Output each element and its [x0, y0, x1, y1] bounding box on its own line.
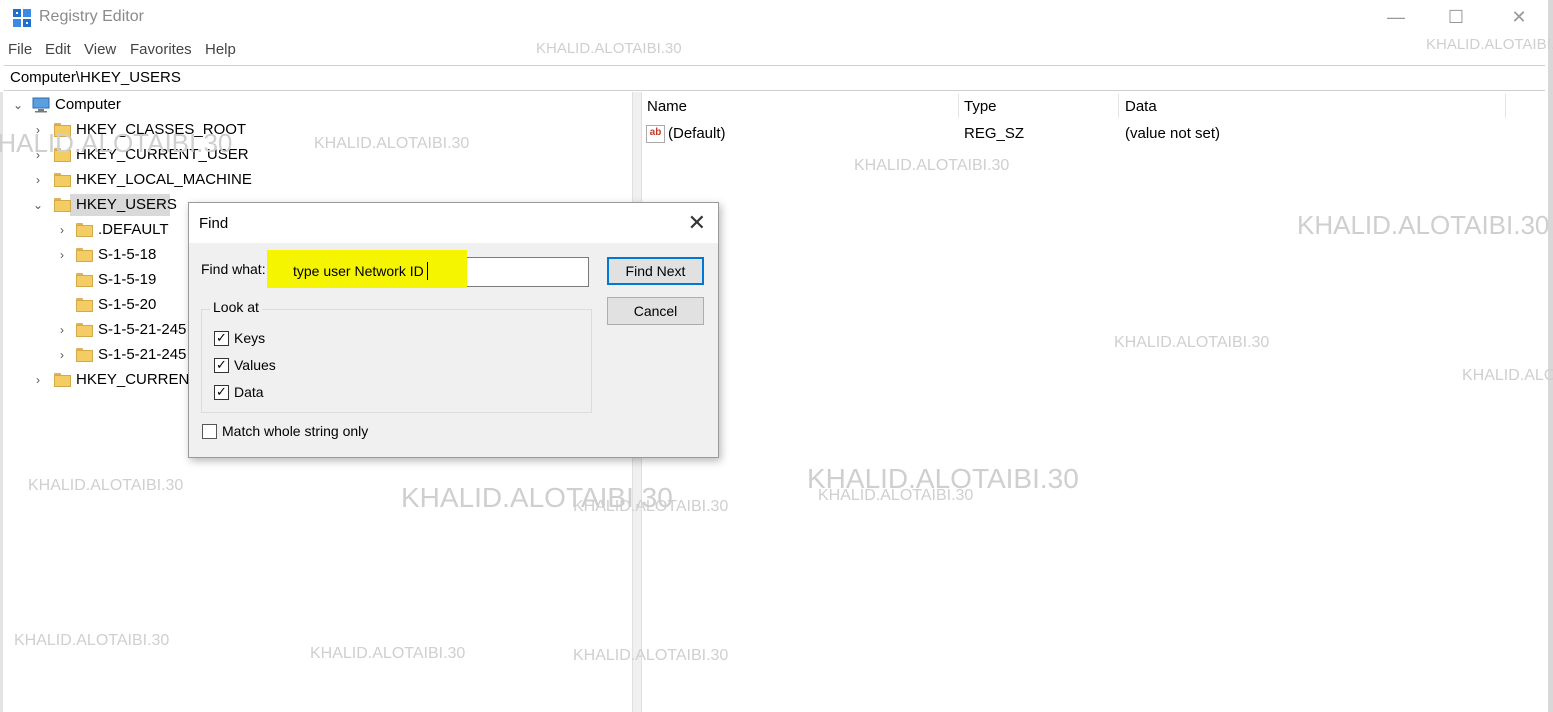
keys-label: Keys: [234, 330, 266, 346]
values-checkbox[interactable]: ✓: [214, 358, 229, 373]
chevron-right-icon[interactable]: ›: [56, 249, 68, 261]
tree-label: HKEY_CURRENT_USER: [76, 146, 249, 163]
computer-icon: [32, 97, 50, 113]
find-dialog: Find ✕ Find what: type user Network ID F…: [188, 202, 719, 458]
look-at-label: Look at: [210, 299, 262, 315]
find-next-button[interactable]: Find Next: [607, 257, 704, 285]
cancel-button[interactable]: Cancel: [607, 297, 704, 325]
window-title: Registry Editor: [39, 8, 144, 25]
tree-label: S-1-5-21-245: [98, 346, 187, 363]
keys-checkbox[interactable]: ✓: [214, 331, 229, 346]
look-at-group: Look at ✓ Keys ✓ Values ✓ Data: [201, 299, 592, 413]
tree-label: HKEY_CURRENT: [76, 371, 199, 388]
close-icon[interactable]: ✕: [688, 210, 706, 236]
match-whole-checkbox[interactable]: [202, 424, 217, 439]
column-separator[interactable]: [1505, 94, 1506, 118]
chevron-down-icon[interactable]: ⌄: [12, 99, 24, 111]
chevron-right-icon[interactable]: ›: [32, 374, 44, 386]
tree-label: S-1-5-21-245: [98, 321, 187, 338]
folder-icon: [54, 198, 71, 212]
find-what-label: Find what:: [201, 261, 266, 277]
values-list[interactable]: Name Type Data ab (Default) REG_SZ (valu…: [640, 92, 1553, 712]
tree-label: HKEY_LOCAL_MACHINE: [76, 171, 252, 188]
maximize-button[interactable]: ☐: [1433, 4, 1479, 32]
menu-help[interactable]: Help: [205, 41, 236, 58]
folder-icon: [76, 248, 93, 262]
chevron-right-icon[interactable]: ›: [56, 349, 68, 361]
menu-bar: File Edit View Favorites Help: [0, 38, 1553, 62]
find-what-value: type user Network ID: [293, 263, 424, 279]
tree-label: Computer: [55, 96, 121, 113]
text-caret: [427, 262, 428, 280]
column-separator[interactable]: [1118, 94, 1119, 118]
folder-icon: [76, 348, 93, 362]
tree-label: HKEY_USERS: [76, 196, 177, 213]
tree-item-hkcu[interactable]: › HKEY_CURRENT_USER: [0, 143, 300, 167]
right-edge: [1548, 0, 1553, 712]
column-header-data[interactable]: Data: [1125, 98, 1157, 115]
dialog-title-bar: Find ✕: [189, 203, 718, 243]
tree-item-computer[interactable]: ⌄ Computer: [0, 93, 300, 117]
value-data: (value not set): [1125, 125, 1221, 142]
folder-icon: [76, 323, 93, 337]
column-header-name[interactable]: Name: [647, 98, 687, 115]
menu-edit[interactable]: Edit: [45, 41, 71, 58]
chevron-right-icon[interactable]: ›: [32, 124, 44, 136]
address-path: Computer\HKEY_USERS: [10, 69, 181, 86]
chevron-down-icon[interactable]: ⌄: [32, 199, 44, 211]
data-checkbox[interactable]: ✓: [214, 385, 229, 400]
title-bar: Registry Editor — ☐ ✕: [0, 0, 1553, 36]
tree-label: S-1-5-19: [98, 271, 157, 288]
tree-label: .DEFAULT: [98, 221, 169, 238]
chevron-right-icon[interactable]: ›: [32, 149, 44, 161]
find-what-input[interactable]: type user Network ID: [267, 250, 589, 288]
close-button[interactable]: ✕: [1496, 4, 1542, 32]
string-value-icon: ab: [646, 125, 665, 143]
folder-icon: [76, 298, 93, 312]
values-label: Values: [234, 357, 276, 373]
address-bar[interactable]: Computer\HKEY_USERS: [4, 65, 1545, 91]
chevron-right-icon[interactable]: ›: [32, 174, 44, 186]
data-label: Data: [234, 384, 264, 400]
folder-icon: [76, 223, 93, 237]
folder-icon: [54, 373, 71, 387]
value-name[interactable]: (Default): [668, 125, 726, 142]
match-whole-label: Match whole string only: [222, 423, 369, 439]
menu-file[interactable]: File: [8, 41, 32, 58]
tree-label: S-1-5-20: [98, 296, 157, 313]
tree-item-hkcr[interactable]: › HKEY_CLASSES_ROOT: [0, 118, 300, 142]
value-type: REG_SZ: [964, 125, 1025, 142]
chevron-right-icon[interactable]: ›: [56, 324, 68, 336]
folder-icon: [54, 173, 71, 187]
tree-item-hklm[interactable]: › HKEY_LOCAL_MACHINE: [0, 168, 300, 192]
tree-label: S-1-5-18: [98, 246, 157, 263]
minimize-button[interactable]: —: [1373, 4, 1419, 32]
column-header-type[interactable]: Type: [964, 98, 997, 115]
folder-icon: [54, 123, 71, 137]
folder-icon: [76, 273, 93, 287]
dialog-title: Find: [199, 215, 229, 232]
menu-favorites[interactable]: Favorites: [130, 41, 192, 58]
registry-editor-icon: [13, 9, 31, 27]
chevron-right-icon[interactable]: ›: [56, 224, 68, 236]
tree-label: HKEY_CLASSES_ROOT: [76, 121, 247, 138]
menu-view[interactable]: View: [84, 41, 116, 58]
folder-icon: [54, 148, 71, 162]
column-separator[interactable]: [958, 94, 959, 118]
